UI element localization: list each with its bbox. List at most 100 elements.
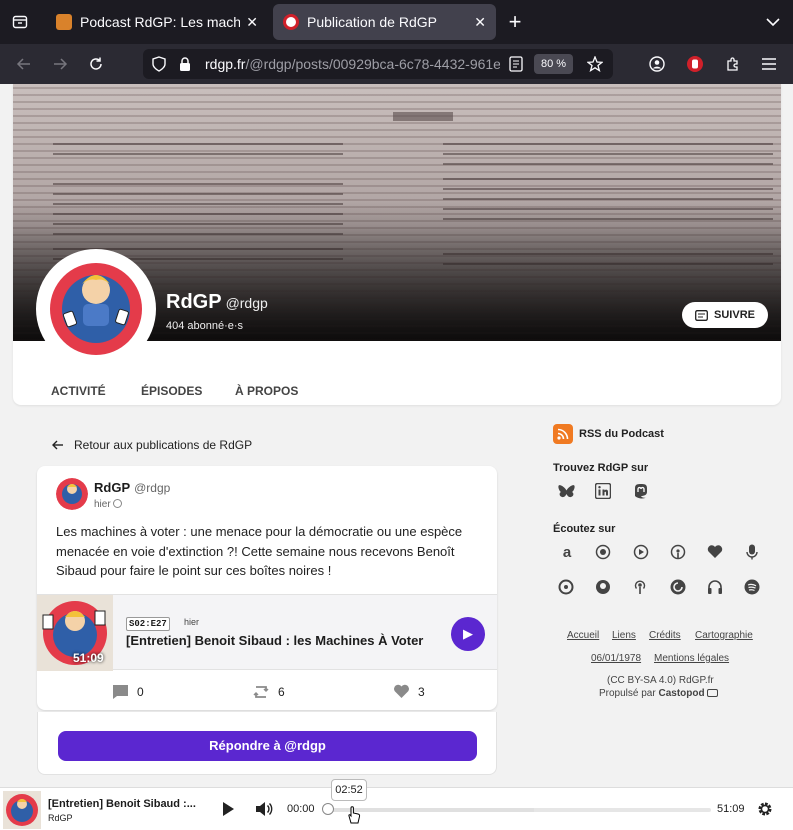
episode-preview[interactable]: 51:09 S02:E27 hier [Entretien] Benoit Si…: [37, 594, 497, 671]
reblog-button[interactable]: 6: [252, 684, 285, 700]
player-cover: [3, 791, 41, 829]
rss-icon[interactable]: [553, 424, 573, 444]
footer-link-date[interactable]: 06/01/1978: [591, 653, 641, 664]
back-arrow-icon[interactable]: [12, 52, 36, 76]
footer-link-credits[interactable]: Crédits: [649, 630, 681, 641]
comments-button[interactable]: 0: [112, 684, 144, 700]
episode-duration: 51:09: [73, 651, 104, 665]
tab-activite[interactable]: ACTIVITÉ: [51, 384, 106, 398]
account-icon[interactable]: [645, 52, 669, 76]
podcast-title: RdGP @rdgp: [166, 291, 268, 313]
reader-mode-icon[interactable]: [504, 52, 528, 76]
follow-icon: [695, 309, 708, 321]
license-text: (CC BY-SA 4.0) RdGP.fr: [607, 675, 714, 686]
back-link[interactable]: Retour aux publications de RdGP: [52, 438, 252, 452]
post-time: hier: [94, 499, 123, 510]
mastodon-icon[interactable]: [631, 481, 651, 501]
footer-link-liens[interactable]: Liens: [612, 630, 636, 641]
podcast-guru-icon[interactable]: [593, 577, 613, 597]
progress-bar[interactable]: [327, 808, 711, 812]
episode-date: hier: [184, 617, 200, 627]
author-avatar[interactable]: [56, 478, 88, 510]
player-play-button[interactable]: [216, 797, 240, 821]
menu-icon[interactable]: [757, 52, 781, 76]
arrow-left-icon: [52, 440, 63, 450]
podcast-header-card: RdGP @rdgp 404 abonné·e·s SUIVRE ACTIVITÉ…: [13, 84, 781, 405]
follow-label: SUIVRE: [714, 309, 755, 321]
favicon-icon: [56, 14, 72, 30]
reload-icon[interactable]: [84, 52, 108, 76]
total-time: 51:09: [717, 803, 745, 815]
player-author: RdGP: [48, 813, 73, 823]
repeat-icon: [253, 686, 269, 698]
tab-episodes[interactable]: ÉPISODES: [141, 384, 202, 398]
audio-player: [Entretien] Benoit Sibaud :... RdGP 00:0…: [0, 787, 793, 830]
play-icon: [223, 802, 234, 816]
microphone-icon[interactable]: [742, 542, 762, 562]
play-icon: ▶: [463, 626, 473, 641]
favourite-button[interactable]: 3: [393, 684, 425, 699]
headphones-icon[interactable]: [705, 577, 725, 597]
find-title: Trouvez RdGP sur: [553, 462, 649, 474]
chevron-down-icon[interactable]: [761, 10, 785, 34]
forward-arrow-icon[interactable]: [48, 52, 72, 76]
reply-button[interactable]: Répondre à @rdgp: [58, 731, 477, 761]
deezer-icon[interactable]: [705, 542, 725, 562]
url-text[interactable]: rdgp.fr/@rdgp/posts/00929bca-6c78-4432-9…: [205, 56, 500, 72]
favourites-count: 3: [418, 684, 425, 699]
tab-publication[interactable]: Publication de RdGP ✕: [273, 4, 496, 40]
castopod-icon: [707, 689, 719, 697]
episode-cover[interactable]: 51:09: [37, 595, 113, 671]
url-bar[interactable]: rdgp.fr/@rdgp/posts/00929bca-6c78-4432-9…: [143, 49, 613, 79]
comments-count: 0: [137, 685, 144, 699]
spotify-icon[interactable]: [742, 577, 762, 597]
volume-button[interactable]: [252, 797, 276, 821]
footer-link-accueil[interactable]: Accueil: [567, 630, 599, 641]
shield-icon[interactable]: [147, 52, 171, 76]
post-card: RdGP @rdgp hier Les machines à voter : un…: [37, 466, 497, 710]
podcast-index-icon[interactable]: [631, 542, 651, 562]
tab-podcast[interactable]: Podcast RdGP: Les machines à voter ✕: [46, 4, 268, 40]
footer-link-mentions-legales[interactable]: Mentions légales: [654, 653, 729, 664]
bluesky-icon[interactable]: [556, 481, 576, 501]
settings-button[interactable]: [753, 797, 777, 821]
tab-title: Publication de RdGP: [307, 14, 437, 30]
cursor-hand-icon: [347, 806, 361, 829]
follow-button[interactable]: SUIVRE: [682, 302, 768, 328]
rss-link[interactable]: RSS du Podcast: [579, 428, 664, 440]
ublock-icon[interactable]: [683, 52, 707, 76]
heart-icon: [394, 684, 409, 698]
lock-icon[interactable]: [173, 52, 197, 76]
close-icon[interactable]: ✕: [246, 14, 258, 31]
reply-area: Répondre à @rdgp: [37, 712, 497, 775]
tab-a-propos[interactable]: À PROPOS: [235, 384, 298, 398]
play-episode-button[interactable]: ▶: [451, 617, 485, 651]
podcast-avatar[interactable]: [36, 249, 156, 369]
tab-list-icon[interactable]: [8, 10, 32, 34]
player-title: [Entretien] Benoit Sibaud :...: [48, 798, 196, 810]
pocket-casts-icon[interactable]: [668, 577, 688, 597]
progress-handle[interactable]: [322, 803, 334, 815]
podcast-addict-icon[interactable]: [593, 542, 613, 562]
new-tab-icon[interactable]: +: [503, 9, 527, 34]
powered-by: Propulsé par Castopod: [599, 688, 719, 699]
castopod-link[interactable]: Castopod: [658, 688, 704, 699]
episode-title[interactable]: [Entretien] Benoit Sibaud : les Machines…: [126, 633, 423, 648]
volume-icon: [256, 802, 273, 816]
footer-link-cartographie[interactable]: Cartographie: [695, 630, 753, 641]
apple-podcasts-icon[interactable]: [668, 542, 688, 562]
comment-icon: [113, 685, 128, 699]
extensions-icon[interactable]: [721, 52, 745, 76]
overcast-icon[interactable]: [556, 577, 576, 597]
current-time: 00:00: [287, 803, 315, 815]
zoom-level[interactable]: 80 %: [534, 54, 573, 74]
tab-title: Podcast RdGP: Les machines à voter: [80, 14, 241, 30]
favicon-icon: [283, 14, 299, 30]
nav-bar: rdgp.fr/@rdgp/posts/00929bca-6c78-4432-9…: [0, 44, 793, 84]
bookmark-star-icon[interactable]: [583, 52, 607, 76]
linkedin-icon[interactable]: [593, 481, 613, 501]
podcasts-icon[interactable]: [630, 577, 650, 597]
close-icon[interactable]: ✕: [474, 14, 486, 31]
amazon-icon[interactable]: a: [557, 542, 577, 562]
globe-icon: [113, 499, 123, 508]
